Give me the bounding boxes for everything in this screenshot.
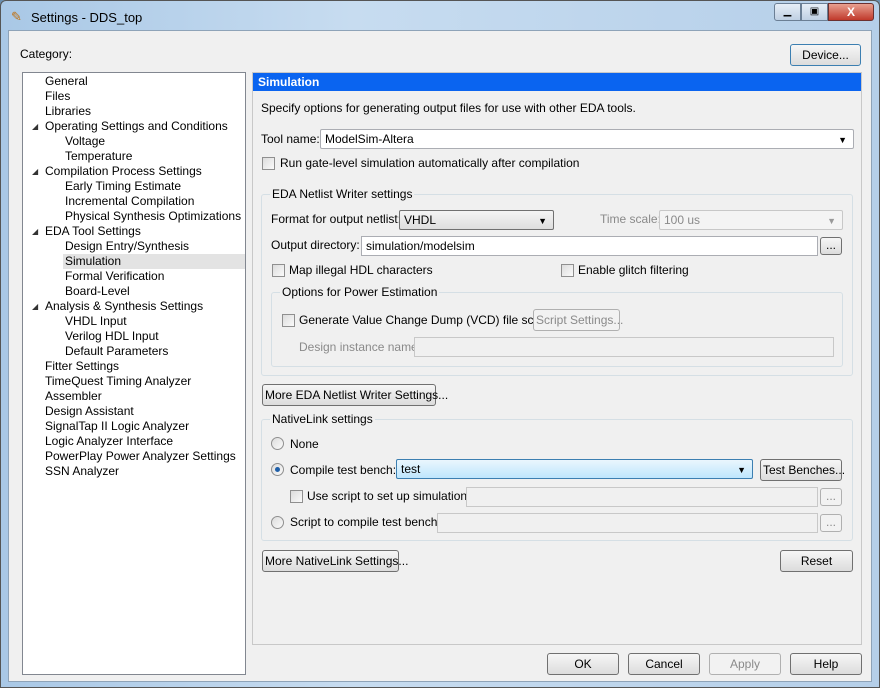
expand-arrow-icon[interactable]: ◢ (32, 167, 38, 176)
more-nativelink-settings-button[interactable]: More NativeLink Settings... (262, 550, 408, 572)
script-compile-browse-button[interactable]: ... (820, 514, 842, 532)
tree-item[interactable]: Formal Verification (63, 269, 164, 284)
script-compile-radio[interactable] (271, 516, 284, 529)
use-script-checkbox[interactable] (290, 490, 303, 503)
cancel-button[interactable]: Cancel (628, 653, 700, 675)
category-tree[interactable]: General Files Libraries ◢ Operating Settings… (22, 72, 246, 675)
format-value: VHDL (404, 213, 437, 227)
window-title: Settings - DDS_top (31, 10, 143, 25)
glitch-label: Enable glitch filtering (578, 263, 689, 277)
compile-tb-value: test (401, 462, 421, 476)
tree-item[interactable]: Early Timing Estimate (63, 179, 181, 194)
gate-level-checkbox[interactable] (262, 157, 275, 170)
eda-group-title: EDA Netlist Writer settings (270, 187, 415, 202)
panel-header: Simulation (253, 73, 861, 91)
nativelink-group-title: NativeLink settings (270, 412, 375, 427)
test-benches-button[interactable]: Test Benches... (760, 459, 845, 481)
reset-button[interactable]: Reset (780, 550, 853, 572)
use-script-input[interactable] (466, 487, 818, 507)
none-label: None (290, 437, 319, 451)
output-dir-label: Output directory: (271, 238, 360, 252)
tree-item[interactable]: Design Assistant (43, 404, 134, 419)
script-compile-label: Script to compile test bench: (290, 515, 441, 529)
panel-description: Specify options for generating output fi… (261, 101, 636, 115)
gate-level-label: Run gate-level simulation automatically … (280, 156, 580, 170)
compile-tb-select[interactable]: test ▼ (396, 459, 753, 479)
tool-name-value: ModelSim-Altera (325, 132, 414, 146)
compile-tb-radio[interactable] (271, 463, 284, 476)
output-dir-browse-button[interactable]: ... (820, 237, 842, 255)
format-select[interactable]: VHDL ▼ (399, 210, 554, 230)
tree-item[interactable]: Board-Level (63, 284, 130, 299)
chevron-down-icon: ▼ (538, 216, 547, 226)
chevron-down-icon: ▼ (827, 216, 836, 226)
tree-item[interactable]: Logic Analyzer Interface (43, 434, 173, 449)
vcd-label: Generate Value Change Dump (VCD) file sc… (299, 313, 551, 327)
tree-item[interactable]: Simulation (63, 254, 245, 269)
time-scale-select[interactable]: 100 us ▼ (659, 210, 843, 230)
tree-item[interactable]: VHDL Input (63, 314, 127, 329)
tree-item[interactable]: Physical Synthesis Optimizations (63, 209, 241, 224)
tree-item[interactable]: Design Entry/Synthesis (63, 239, 189, 254)
close-button[interactable]: X (828, 3, 874, 21)
ok-button[interactable]: OK (547, 653, 619, 675)
tree-item[interactable]: Assembler (43, 389, 102, 404)
tree-item[interactable]: Verilog HDL Input (63, 329, 159, 344)
compile-tb-label: Compile test bench: (290, 463, 397, 477)
expand-arrow-icon[interactable]: ◢ (32, 122, 38, 131)
tool-name-label: Tool name: (261, 132, 320, 146)
chevron-down-icon: ▼ (838, 135, 847, 145)
tree-item[interactable]: Incremental Compilation (63, 194, 194, 209)
tree-item[interactable]: SignalTap II Logic Analyzer (43, 419, 189, 434)
tree-item[interactable]: Files (43, 89, 70, 104)
map-illegal-checkbox[interactable] (272, 264, 285, 277)
map-illegal-label: Map illegal HDL characters (289, 263, 433, 277)
pencil-icon: ✎ (11, 9, 22, 24)
time-scale-value: 100 us (664, 213, 701, 227)
category-label: Category: (20, 47, 73, 61)
expand-arrow-icon[interactable]: ◢ (32, 227, 38, 236)
use-script-browse-button[interactable]: ... (820, 488, 842, 506)
use-script-label: Use script to set up simulation: (307, 489, 471, 503)
tree-item[interactable]: PowerPlay Power Analyzer Settings (43, 449, 236, 464)
chevron-down-icon: ▼ (737, 465, 746, 475)
tree-item[interactable]: Temperature (63, 149, 132, 164)
tree-item[interactable]: TimeQuest Timing Analyzer (43, 374, 191, 389)
tree-item[interactable]: SSN Analyzer (43, 464, 119, 479)
maximize-button[interactable]: ▣ (801, 3, 828, 21)
tree-item[interactable]: Voltage (63, 134, 105, 149)
minimize-button[interactable]: ▁ (774, 3, 801, 21)
apply-button[interactable]: Apply (709, 653, 781, 675)
design-instance-label: Design instance name: (299, 340, 422, 354)
more-eda-settings-button[interactable]: More EDA Netlist Writer Settings... (262, 384, 448, 406)
format-label: Format for output netlist: (271, 212, 402, 226)
time-scale-label: Time scale: (600, 212, 661, 226)
tree-item[interactable]: Default Parameters (63, 344, 168, 359)
script-compile-input[interactable] (437, 513, 818, 533)
device-button[interactable]: Device... (790, 44, 861, 66)
tree-item[interactable]: Libraries (43, 104, 91, 119)
tree-item[interactable]: Operating Settings and Conditions (43, 119, 228, 134)
none-radio[interactable] (271, 437, 284, 450)
script-settings-button[interactable]: Script Settings... (533, 309, 623, 331)
expand-arrow-icon[interactable]: ◢ (32, 302, 38, 311)
tree-item[interactable]: Fitter Settings (43, 359, 119, 374)
power-group-title: Options for Power Estimation (280, 285, 440, 300)
tree-item[interactable]: Analysis & Synthesis Settings (43, 299, 203, 314)
help-button[interactable]: Help (790, 653, 862, 675)
tool-name-select[interactable]: ModelSim-Altera ▼ (320, 129, 854, 149)
design-instance-input[interactable] (414, 337, 834, 357)
tree-item[interactable]: Compilation Process Settings (43, 164, 202, 179)
vcd-checkbox[interactable] (282, 314, 295, 327)
output-dir-input[interactable]: simulation/modelsim (361, 236, 818, 256)
tree-item[interactable]: EDA Tool Settings (43, 224, 141, 239)
tree-item[interactable]: General (43, 74, 88, 89)
glitch-checkbox[interactable] (561, 264, 574, 277)
